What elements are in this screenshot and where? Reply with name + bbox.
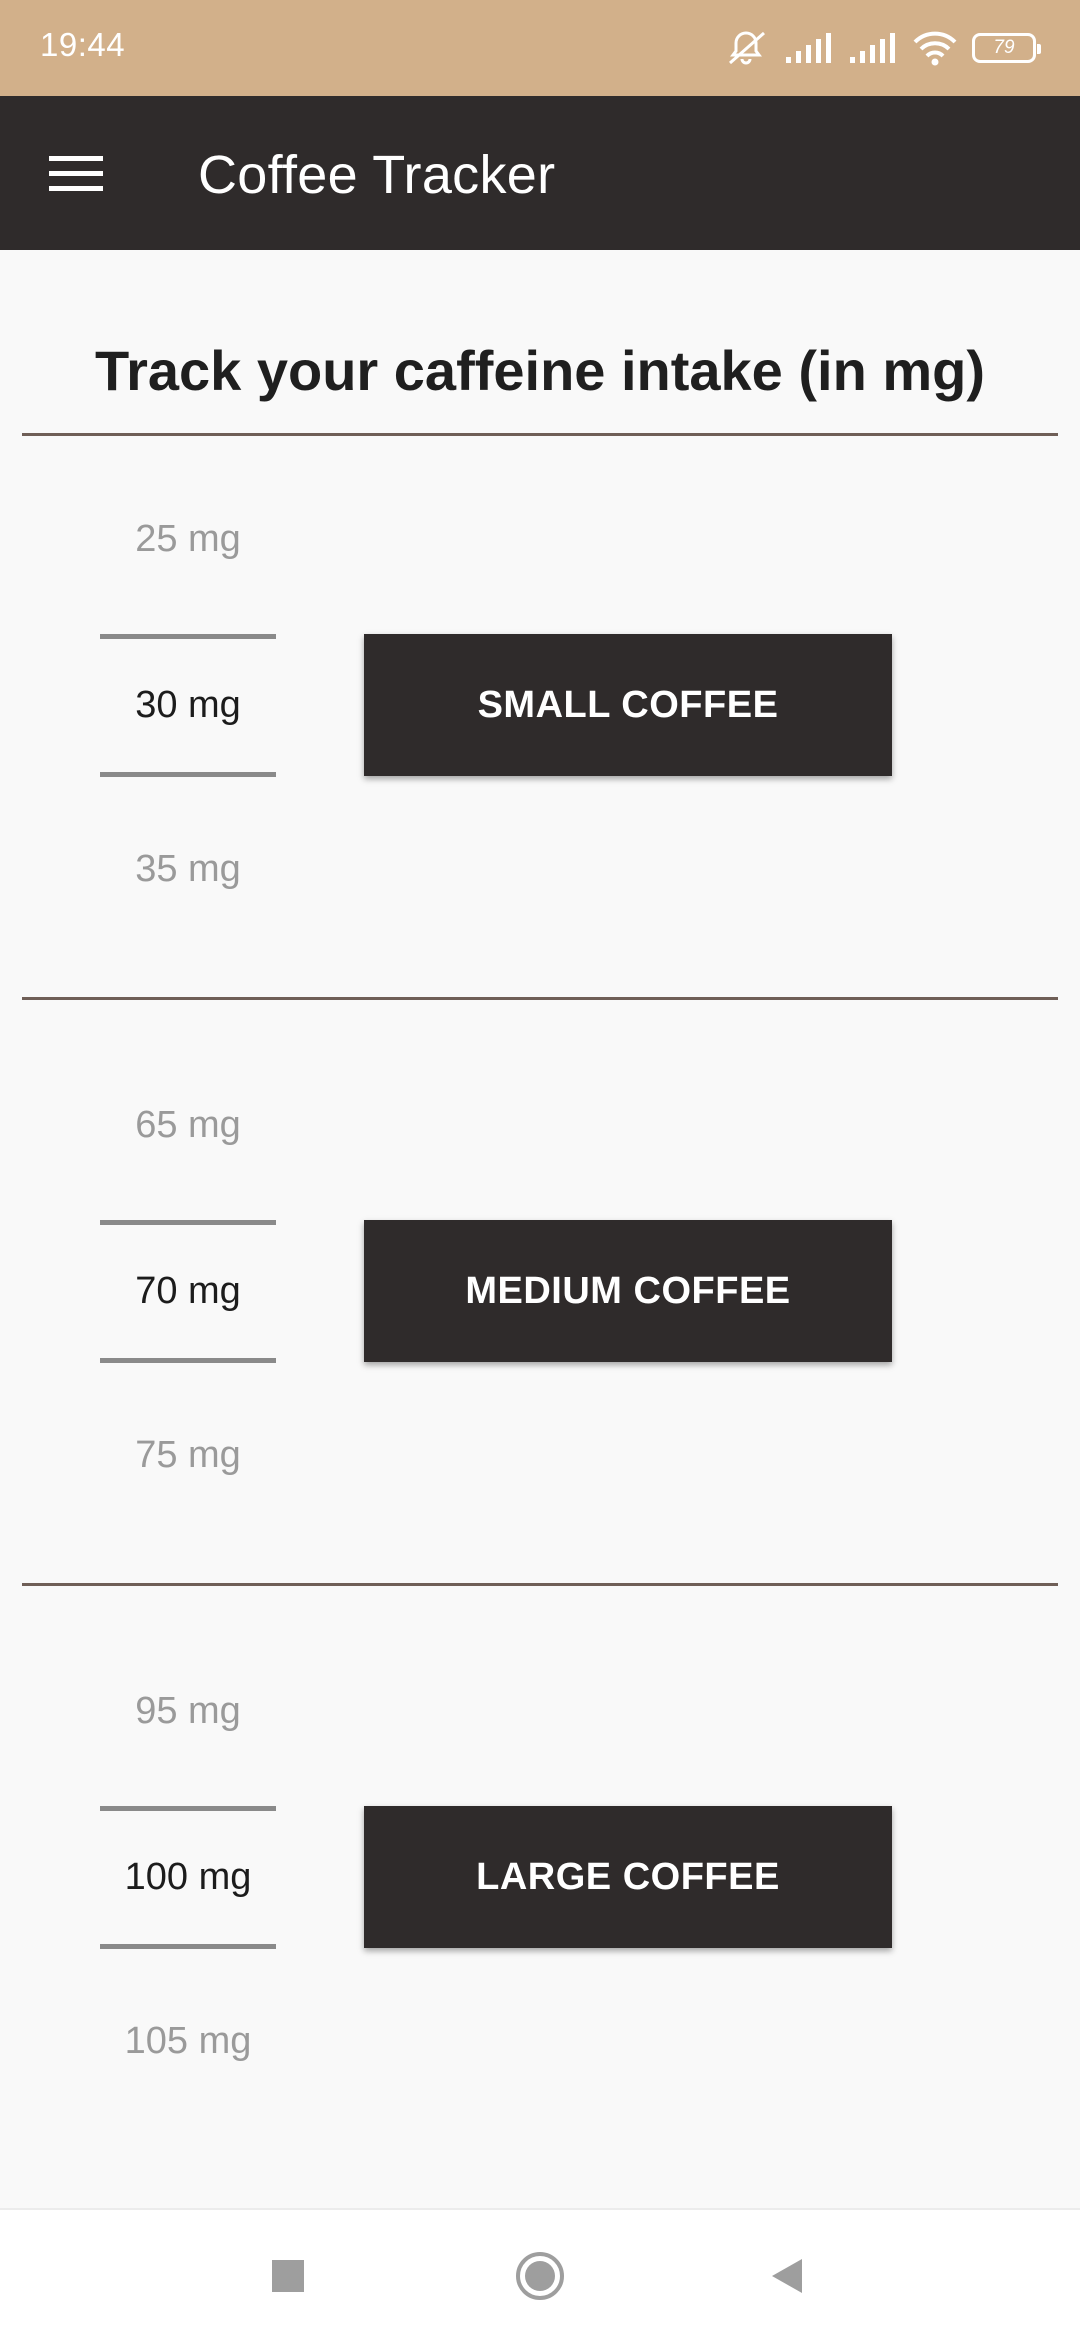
- small-coffee-button[interactable]: SMALL COFFEE: [364, 634, 892, 776]
- status-time: 19:44: [40, 26, 126, 63]
- recents-button[interactable]: [258, 2246, 318, 2306]
- picker-value-below[interactable]: 35 mg: [100, 848, 276, 891]
- picker-value-above[interactable]: 95 mg: [100, 1690, 276, 1733]
- small-coffee-section: 25 mg 30 mg 35 mg SMALL COFFEE: [0, 440, 1080, 1020]
- home-icon: [516, 2252, 564, 2300]
- picker-value-selected[interactable]: 100 mg: [100, 1856, 276, 1899]
- picker-divider: [100, 1806, 276, 1811]
- picker-divider: [100, 1358, 276, 1363]
- recents-icon: [272, 2260, 304, 2292]
- large-coffee-section: 95 mg 100 mg 105 mg LARGE COFFEE: [0, 1612, 1080, 2192]
- picker-value-selected[interactable]: 70 mg: [100, 1270, 276, 1313]
- wifi-icon: [913, 31, 957, 66]
- home-button[interactable]: [510, 2246, 570, 2306]
- app-title: Coffee Tracker: [198, 145, 556, 205]
- signal-icon: [850, 33, 895, 63]
- menu-icon: [49, 156, 103, 191]
- divider: [22, 1583, 1058, 1586]
- picker-value-above[interactable]: 25 mg: [100, 518, 276, 561]
- picker-value-below[interactable]: 75 mg: [100, 1434, 276, 1477]
- picker-divider: [100, 634, 276, 639]
- back-button[interactable]: [758, 2246, 818, 2306]
- picker-divider: [100, 772, 276, 777]
- picker-value-below[interactable]: 105 mg: [100, 2020, 276, 2063]
- status-icons: 79: [726, 28, 1041, 68]
- medium-coffee-button[interactable]: MEDIUM COFFEE: [364, 1220, 892, 1362]
- back-icon: [772, 2259, 802, 2293]
- medium-coffee-section: 65 mg 70 mg 75 mg MEDIUM COFFEE: [0, 1026, 1080, 1606]
- mute-icon: [729, 31, 765, 65]
- caffeine-picker[interactable]: 65 mg 70 mg 75 mg: [100, 1026, 276, 1606]
- status-bar: 19:44 79: [0, 0, 1080, 96]
- divider: [22, 433, 1058, 436]
- picker-divider: [100, 1220, 276, 1225]
- battery-icon: 79: [972, 33, 1041, 63]
- battery-level: 79: [993, 37, 1015, 58]
- divider: [22, 997, 1058, 1000]
- picker-value-selected[interactable]: 30 mg: [100, 684, 276, 727]
- caffeine-picker[interactable]: 95 mg 100 mg 105 mg: [100, 1612, 276, 2192]
- menu-button[interactable]: [36, 138, 116, 208]
- picker-value-above[interactable]: 65 mg: [100, 1104, 276, 1147]
- page-heading: Track your caffeine intake (in mg): [94, 339, 986, 402]
- system-nav-bar: [0, 2208, 1080, 2340]
- large-coffee-button[interactable]: LARGE COFFEE: [364, 1806, 892, 1948]
- signal-icon: [786, 33, 831, 63]
- caffeine-picker[interactable]: 25 mg 30 mg 35 mg: [100, 440, 276, 1020]
- picker-divider: [100, 1944, 276, 1949]
- app-bar: Coffee Tracker: [0, 96, 1080, 250]
